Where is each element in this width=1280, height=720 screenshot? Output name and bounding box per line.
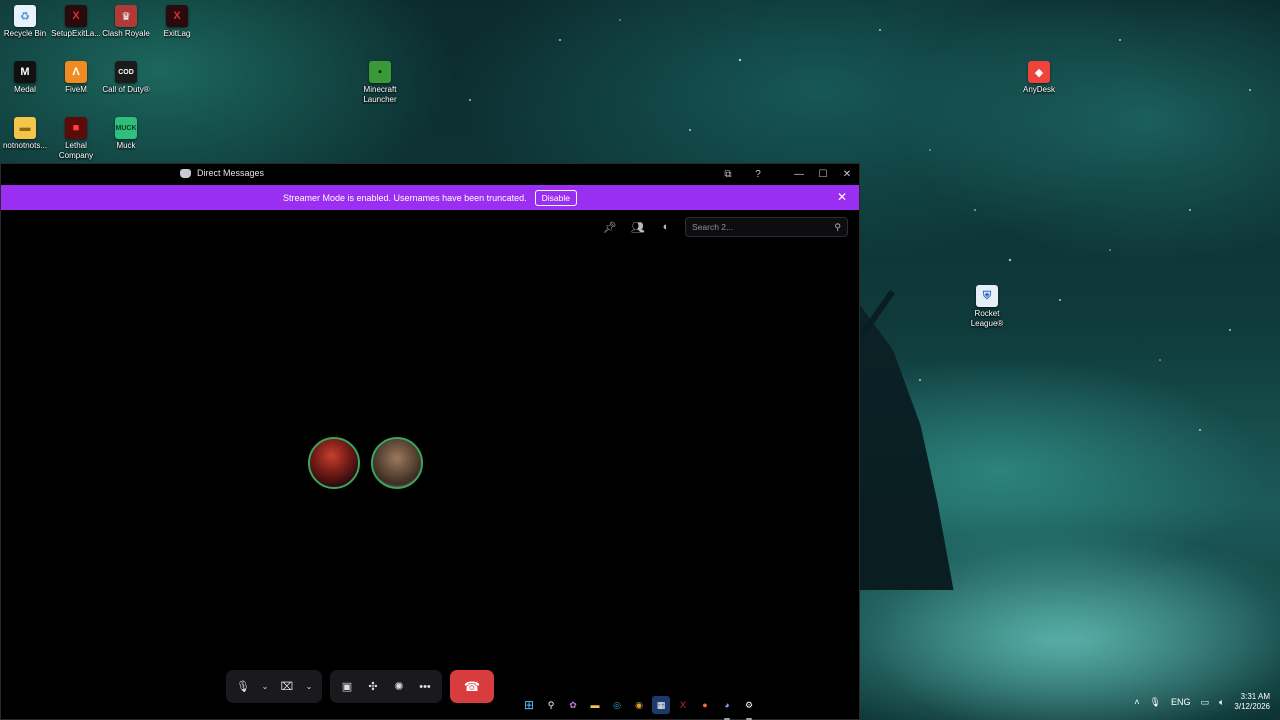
dm-toolbar: 📌︎ 👥︎ ◐ Search 2... ⚲ <box>601 217 848 237</box>
medal-icon: M <box>14 61 36 83</box>
copilot-icon[interactable]: ✿ <box>564 696 582 714</box>
microphone-icon[interactable]: 🎙︎ <box>232 676 254 698</box>
desktop-icon-rocket-league[interactable]: ⛨ Rocket League® <box>959 285 1015 329</box>
avatar[interactable] <box>308 437 360 489</box>
hang-up-icon: ☎ <box>463 678 481 694</box>
desktop-icon-recycle-bin[interactable]: ♻ Recycle Bin <box>0 5 53 39</box>
title-area: Direct Messages <box>180 168 264 178</box>
maximize-button[interactable]: ☐ <box>811 164 835 185</box>
desktop-icon-fivem[interactable]: Λ FiveM <box>48 61 104 95</box>
clock-time: 3:31 AM <box>1240 692 1270 701</box>
start-icon[interactable]: ⊞ <box>520 696 538 714</box>
call-participants <box>308 437 423 489</box>
desktop-icon-muck[interactable]: MUCK Muck <box>98 117 154 151</box>
search-placeholder: Search 2... <box>692 222 734 232</box>
store-icon[interactable]: ▦ <box>652 696 670 714</box>
call-controls: 🎙︎ ⌄ ⌧ ⌄ ▣ ✣ ✺ ••• ☎ <box>226 670 494 703</box>
clock[interactable]: 3:31 AM 3/12/2026 <box>1234 692 1270 712</box>
desktop-icon-folder[interactable]: ▬ notnotnots... <box>0 117 53 151</box>
streamer-mode-message: Streamer Mode is enabled. Usernames have… <box>283 192 527 203</box>
firefox-icon[interactable]: ● <box>696 696 714 714</box>
help-icon[interactable]: ? <box>743 164 773 185</box>
fivem-icon: Λ <box>65 61 87 83</box>
settings-icon[interactable]: ⚙ <box>740 696 758 720</box>
language-indicator[interactable]: ENG <box>1171 697 1191 707</box>
chevron-down-icon[interactable]: ⌄ <box>258 676 272 698</box>
desktop-icon-minecraft-launcher[interactable]: ▪ Minecraft Launcher <box>352 61 408 105</box>
desktop-icon-call-of-duty[interactable]: COD Call of Duty® <box>98 61 154 95</box>
exitlag-icon: X <box>166 5 188 27</box>
desktop-icon-anydesk[interactable]: ◆ AnyDesk <box>1011 61 1067 95</box>
clock-date: 3/12/2026 <box>1234 702 1270 711</box>
soundboard-icon[interactable]: ✺ <box>388 676 410 698</box>
folder-icon: ▬ <box>14 117 36 139</box>
dismiss-banner-icon[interactable]: ✕ <box>837 190 847 204</box>
add-friends-icon[interactable]: 👥︎ <box>629 218 647 236</box>
desktop-icon-medal[interactable]: M Medal <box>0 61 53 95</box>
more-options-icon[interactable]: ••• <box>414 676 436 698</box>
disconnect-button[interactable]: ☎ <box>450 670 494 703</box>
minecraft-icon: ▪ <box>369 61 391 83</box>
discord-logo-icon <box>180 168 191 178</box>
desktop-icon-clash-royale[interactable]: ♛ Clash Royale <box>98 5 154 39</box>
search-icon[interactable]: ⚲ <box>542 696 560 714</box>
discord-taskbar-icon[interactable]: ◕ <box>718 696 736 720</box>
close-button[interactable]: ✕ <box>835 164 859 185</box>
recycle-bin-icon: ♻ <box>14 5 36 27</box>
streamer-mode-banner: Streamer Mode is enabled. Usernames have… <box>1 185 859 210</box>
chevron-down-icon[interactable]: ⌄ <box>302 676 316 698</box>
desktop-icon-lethal-company[interactable]: ■ Lethal Company <box>48 117 104 161</box>
search-input[interactable]: Search 2... ⚲ <box>685 217 848 237</box>
search-icon: ⚲ <box>834 221 841 232</box>
network-icon[interactable]: ▭ <box>1200 697 1209 708</box>
call-of-duty-icon: COD <box>115 61 137 83</box>
activities-group: ▣ ✣ ✺ ••• <box>330 670 442 703</box>
camera-off-icon[interactable]: ⌧ <box>276 676 298 698</box>
microphone-tray-icon[interactable]: 🎙︎ <box>1150 697 1161 708</box>
volume-icon[interactable]: 🔈︎ <box>1219 697 1224 708</box>
avatar[interactable] <box>371 437 423 489</box>
activities-icon[interactable]: ✣ <box>362 676 384 698</box>
file-explorer-icon[interactable]: ▬ <box>586 696 604 714</box>
anydesk-icon: ◆ <box>1028 61 1050 83</box>
discord-window: Direct Messages ⧉ ? — ☐ ✕ Streamer Mode … <box>0 163 860 720</box>
desktop-icon-setupexitlag[interactable]: X SetupExitLa... <box>48 5 104 39</box>
window-title: Direct Messages <box>197 168 265 178</box>
desktop-icon-exitlag[interactable]: X ExitLag <box>149 5 205 39</box>
clash-royale-icon: ♛ <box>115 5 137 27</box>
muck-icon: MUCK <box>115 117 137 139</box>
chevron-up-icon[interactable]: ˄ <box>1134 697 1139 707</box>
chrome-icon[interactable]: ◉ <box>630 696 648 714</box>
lethal-company-icon: ■ <box>65 117 87 139</box>
system-tray: ˄ 🎙︎ ENG ▭ 🔈︎ 3:31 AM 3/12/2026 <box>1134 692 1270 712</box>
disable-streamer-mode-button[interactable]: Disable <box>534 189 577 206</box>
title-bar: Direct Messages ⧉ ? — ☐ ✕ <box>1 164 859 185</box>
screen-share-icon[interactable]: ▣ <box>336 676 358 698</box>
window-controls: ⧉ ? — ☐ ✕ <box>713 164 859 185</box>
minimize-button[interactable]: — <box>787 164 811 185</box>
pin-icon[interactable]: 📌︎ <box>601 218 619 236</box>
rocket-league-icon: ⛨ <box>976 285 998 307</box>
mic-camera-group: 🎙︎ ⌄ ⌧ ⌄ <box>226 670 322 703</box>
inbox-icon[interactable]: ⧉ <box>713 164 743 185</box>
edge-icon[interactable]: ◎ <box>608 696 626 714</box>
exitlag-taskbar-icon[interactable]: X <box>674 696 692 714</box>
taskbar: ⊞ ⚲ ✿ ▬ ◎ ◉ ▦ X ● ◕ ⚙ <box>520 690 758 720</box>
exitlag-setup-icon: X <box>65 5 87 27</box>
user-profile-icon[interactable]: ◐ <box>657 218 675 236</box>
